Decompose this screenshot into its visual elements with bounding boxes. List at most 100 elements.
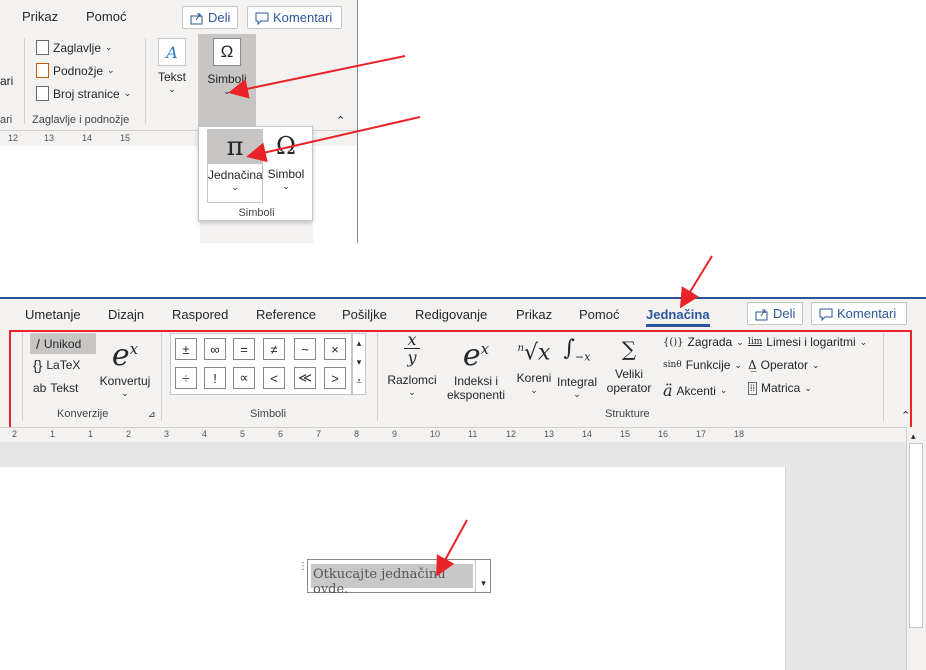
integral-icon: ∫−x [563, 336, 591, 364]
latex-label: LaTeX [46, 358, 81, 372]
scroll-up-icon[interactable]: ▴ [353, 334, 365, 353]
divider [883, 333, 884, 421]
divider [145, 38, 146, 124]
tab-posiljke[interactable]: Pošiljke [342, 307, 387, 322]
tab-umetanje[interactable]: Umetanje [25, 307, 81, 322]
fractions-label: Razlomci [387, 373, 437, 387]
radicals-button[interactable]: n√x Koreni ⌄ [514, 331, 554, 396]
accent-button[interactable]: ä Akcenti ⌄ [663, 381, 727, 400]
unicode-option[interactable]: / Unikod [30, 333, 96, 354]
operator-label: Operator [760, 358, 809, 372]
scripts-label-1: Indeksi i [453, 374, 499, 388]
equation-options-icon[interactable]: ▾ [475, 560, 491, 592]
symbol-infinity[interactable]: ∞ [204, 338, 226, 360]
footer-icon [36, 63, 49, 78]
large-operator-button[interactable]: ∑ Veliki operator [600, 331, 658, 395]
integral-button[interactable]: ∫−x Integral ⌄ [556, 331, 598, 400]
tab-raspored[interactable]: Raspored [172, 307, 228, 322]
symbol-less-than[interactable]: < [263, 367, 285, 389]
more-icon[interactable]: ⩡ [353, 372, 365, 391]
scroll-up-icon[interactable]: ▴ [911, 431, 916, 442]
collapse-ribbon-icon[interactable]: ⌃ [901, 409, 910, 422]
chevron-down-icon: ⌄ [223, 86, 231, 96]
vertical-scrollbar[interactable]: ▴ [906, 427, 926, 670]
symbol-proportional[interactable]: ∝ [233, 367, 255, 389]
header-button[interactable]: Zaglavlje ⌄ [36, 40, 113, 55]
tab-prikaz[interactable]: Prikaz [22, 9, 58, 24]
matrix-button[interactable]: ⁞⁞ Matrica ⌄ [748, 381, 812, 395]
exponent-icon: ex [111, 338, 139, 373]
scripts-button[interactable]: ex Indeksi i eksponenti [440, 331, 512, 402]
comments-button[interactable]: Komentari [247, 6, 342, 29]
symbol-divide[interactable]: ÷ [175, 367, 197, 389]
footer-button[interactable]: Podnožje ⌄ [36, 63, 115, 78]
symbol-plus-minus[interactable]: ± [175, 338, 197, 360]
scroll-down-icon[interactable]: ▾ [353, 353, 365, 372]
ruler-tick: 3 [164, 429, 170, 439]
ruler-tick: 12 [506, 429, 517, 439]
function-button[interactable]: sinθ Funkcije ⌄ [663, 358, 742, 372]
symbol-tilde[interactable]: ~ [294, 338, 316, 360]
symbols-button[interactable]: Ω Simboli ⌄ [198, 34, 256, 126]
fractions-button[interactable]: xy Razlomci ⌄ [386, 331, 438, 398]
chevron-down-icon: ⌄ [573, 389, 581, 400]
equation-ribbon: / Unikod {} LaTeX ab Tekst ex Konvertuj … [0, 329, 926, 427]
ruler-tick: 1 [88, 429, 94, 439]
tab-pomoc[interactable]: Pomoć [579, 307, 619, 322]
ruler-tick: 2 [12, 429, 18, 439]
tab-reference[interactable]: Reference [256, 307, 316, 322]
omega-icon: Ω [213, 38, 241, 66]
symbol-times[interactable]: × [324, 338, 346, 360]
drag-handle-icon[interactable]: ⋮ [298, 561, 308, 575]
tab-jednacina[interactable]: Jednačina [646, 307, 710, 327]
radicals-label: Koreni [516, 371, 552, 386]
collapse-ribbon-icon[interactable]: ⌃ [336, 114, 345, 127]
symbol-equals[interactable]: = [233, 338, 255, 360]
ab-icon: ab [33, 381, 47, 395]
convert-button[interactable]: ex Konvertuj ⌄ [98, 331, 152, 399]
divider [24, 38, 25, 124]
scroll-thumb[interactable] [909, 443, 923, 628]
equation-placeholder[interactable]: Otkucajte jednačinu ovde. [311, 564, 473, 597]
tab-redigovanje[interactable]: Redigovanje [415, 307, 487, 322]
symbol-button[interactable]: Ω Simbol ⌄ [265, 129, 307, 203]
symbol-not-equal[interactable]: ≠ [263, 338, 285, 360]
ruler-tick: 5 [240, 429, 246, 439]
document-page [313, 146, 357, 243]
tab-prikaz[interactable]: Prikaz [516, 307, 552, 322]
dialog-launcher-icon[interactable]: ⊿ [148, 409, 156, 420]
share-button[interactable]: Deli [747, 302, 804, 325]
symbol-much-less[interactable]: ≪ [294, 367, 316, 389]
share-label: Deli [773, 306, 796, 321]
latex-option[interactable]: {} LaTeX [33, 357, 80, 373]
omega-icon: Ω [276, 132, 296, 160]
divider [161, 333, 162, 421]
conversions-group-label: Konverzije [57, 408, 109, 420]
symbol-greater-than[interactable]: > [324, 367, 346, 389]
slash-icon: / [36, 335, 40, 352]
ruler-tick: 9 [392, 429, 398, 439]
chevron-down-icon: ⌄ [107, 65, 115, 75]
matrix-icon: ⁞⁞ [748, 381, 758, 395]
ruler-tick: 7 [316, 429, 322, 439]
gallery-scroll[interactable]: ▴ ▾ ⩡ [352, 333, 366, 395]
comments-button[interactable]: Komentari [811, 302, 907, 325]
tab-pomoc[interactable]: Pomoć [86, 9, 126, 24]
operator-button[interactable]: Δ̲ Operator ⌄ [748, 358, 820, 372]
equation-box[interactable]: Otkucajte jednačinu ovde. ▾ [307, 559, 491, 597]
ruler-tick: 2 [126, 429, 132, 439]
bracket-label: Zagrada [687, 335, 733, 349]
comment-icon [255, 12, 269, 25]
symbol-factorial[interactable]: ! [204, 367, 226, 389]
share-button[interactable]: Deli [182, 6, 239, 29]
divider [22, 333, 23, 421]
page-number-button[interactable]: Broj stranice ⌄ [36, 86, 131, 101]
tab-dizajn[interactable]: Dizajn [108, 307, 144, 322]
text-label: Tekst [157, 70, 186, 84]
chevron-down-icon: ⌄ [719, 385, 728, 395]
bracket-button[interactable]: {()} Zagrada ⌄ [663, 335, 744, 349]
text-button[interactable]: A Tekst ⌄ [156, 38, 188, 95]
text-option[interactable]: ab Tekst [33, 381, 78, 395]
limit-log-button[interactable]: lim Limesi i logaritmi ⌄ [748, 335, 867, 349]
equation-button[interactable]: π Jednačina ⌄ [207, 129, 263, 203]
